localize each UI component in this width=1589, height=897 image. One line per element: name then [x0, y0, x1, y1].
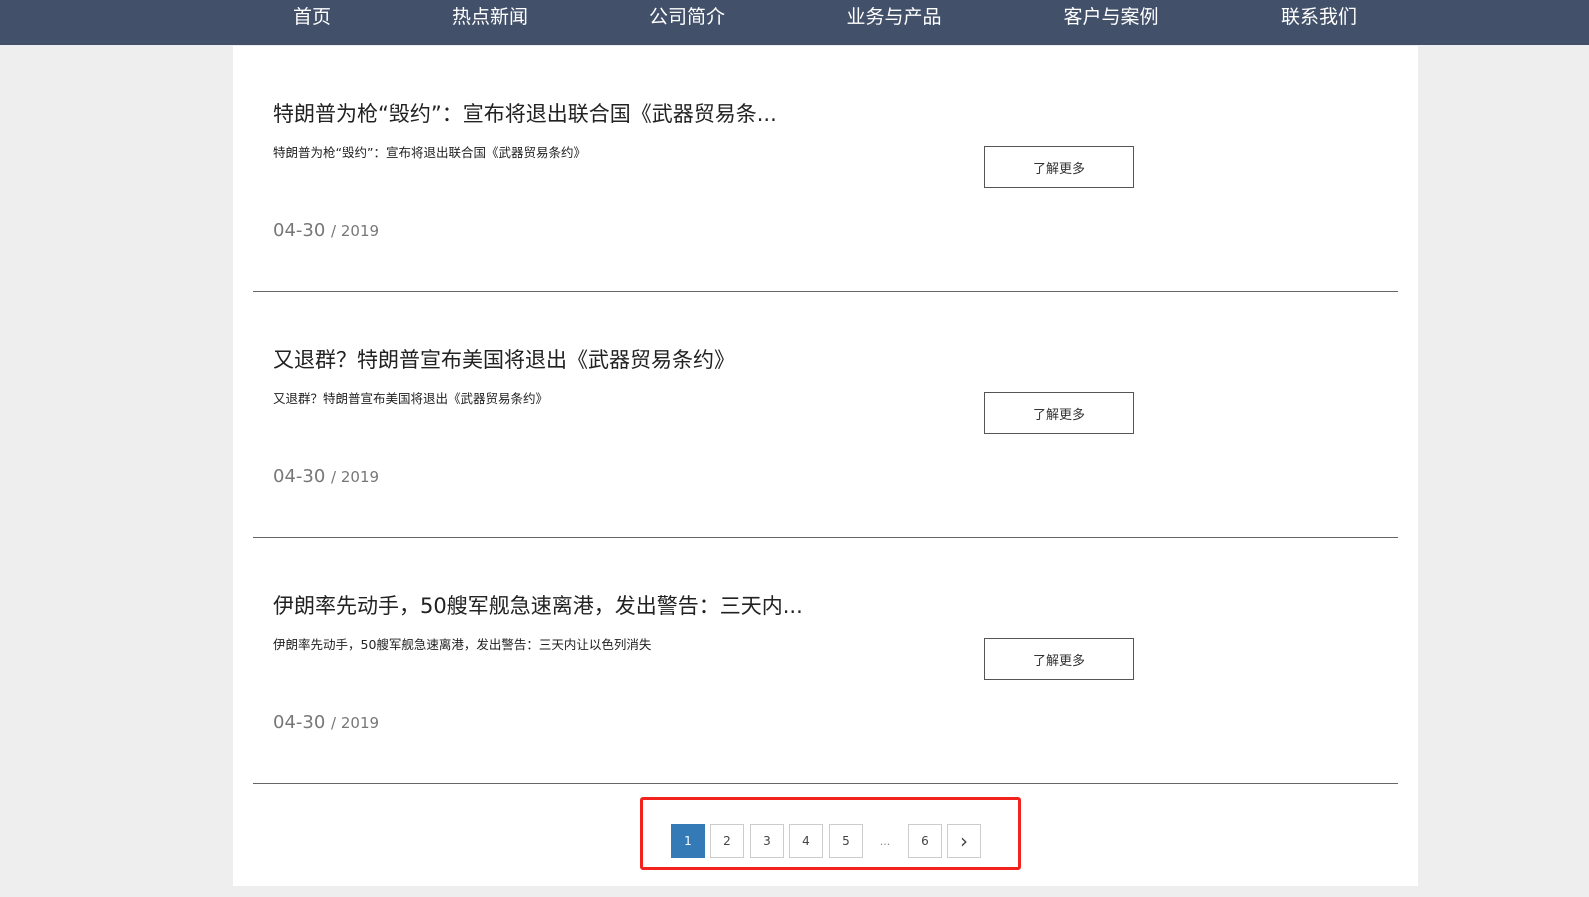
news-list: 特朗普为枪“毁约”：宣布将退出联合国《武器贸易条... 特朗普为枪“毁约”：宣布…: [233, 46, 1418, 886]
news-title[interactable]: 又退群？特朗普宣布美国将退出《武器贸易条约》: [273, 344, 735, 374]
date-day: 04-30: [273, 712, 326, 733]
news-date: 04-30 / 2019: [273, 466, 379, 487]
nav-business-products[interactable]: 业务与产品: [846, 0, 941, 34]
nav-home[interactable]: 首页: [293, 0, 331, 34]
page-5[interactable]: 5: [829, 824, 863, 858]
news-summary: 特朗普为枪“毁约”：宣布将退出联合国《武器贸易条约》: [273, 145, 586, 160]
news-item: 伊朗率先动手，50艘军舰急速离港，发出警告：三天内... 伊朗率先动手，50艘军…: [253, 538, 1398, 784]
learn-more-button[interactable]: 了解更多: [984, 638, 1134, 680]
news-title[interactable]: 特朗普为枪“毁约”：宣布将退出联合国《武器贸易条...: [273, 98, 777, 128]
nav-clients-cases[interactable]: 客户与案例: [1063, 0, 1158, 34]
nav-company-intro[interactable]: 公司简介: [649, 0, 725, 34]
pagination-ellipsis: ...: [879, 834, 891, 848]
news-item: 特朗普为枪“毁约”：宣布将退出联合国《武器贸易条... 特朗普为枪“毁约”：宣布…: [253, 46, 1398, 292]
page-1[interactable]: 1: [671, 824, 705, 858]
news-summary: 伊朗率先动手，50艘军舰急速离港，发出警告：三天内让以色列消失: [273, 637, 652, 652]
news-date: 04-30 / 2019: [273, 220, 379, 241]
news-title[interactable]: 伊朗率先动手，50艘军舰急速离港，发出警告：三天内...: [273, 590, 803, 620]
next-page-chevron-icon[interactable]: ›: [947, 824, 981, 858]
page-6[interactable]: 6: [908, 824, 942, 858]
news-date: 04-30 / 2019: [273, 712, 379, 733]
page-2[interactable]: 2: [710, 824, 744, 858]
nav-contact[interactable]: 联系我们: [1281, 0, 1357, 34]
news-summary: 又退群？特朗普宣布美国将退出《武器贸易条约》: [273, 391, 549, 406]
learn-more-button[interactable]: 了解更多: [984, 146, 1134, 188]
date-day: 04-30: [273, 220, 326, 241]
page-4[interactable]: 4: [789, 824, 823, 858]
date-year: / 2019: [331, 222, 380, 240]
learn-more-button[interactable]: 了解更多: [984, 392, 1134, 434]
top-nav: 首页 热点新闻 公司简介 业务与产品 客户与案例 联系我们: [0, 0, 1589, 45]
page-3[interactable]: 3: [750, 824, 784, 858]
date-year: / 2019: [331, 468, 380, 486]
news-item: 又退群？特朗普宣布美国将退出《武器贸易条约》 又退群？特朗普宣布美国将退出《武器…: [253, 292, 1398, 538]
date-year: / 2019: [331, 714, 380, 732]
date-day: 04-30: [273, 466, 326, 487]
nav-hot-news[interactable]: 热点新闻: [452, 0, 528, 34]
